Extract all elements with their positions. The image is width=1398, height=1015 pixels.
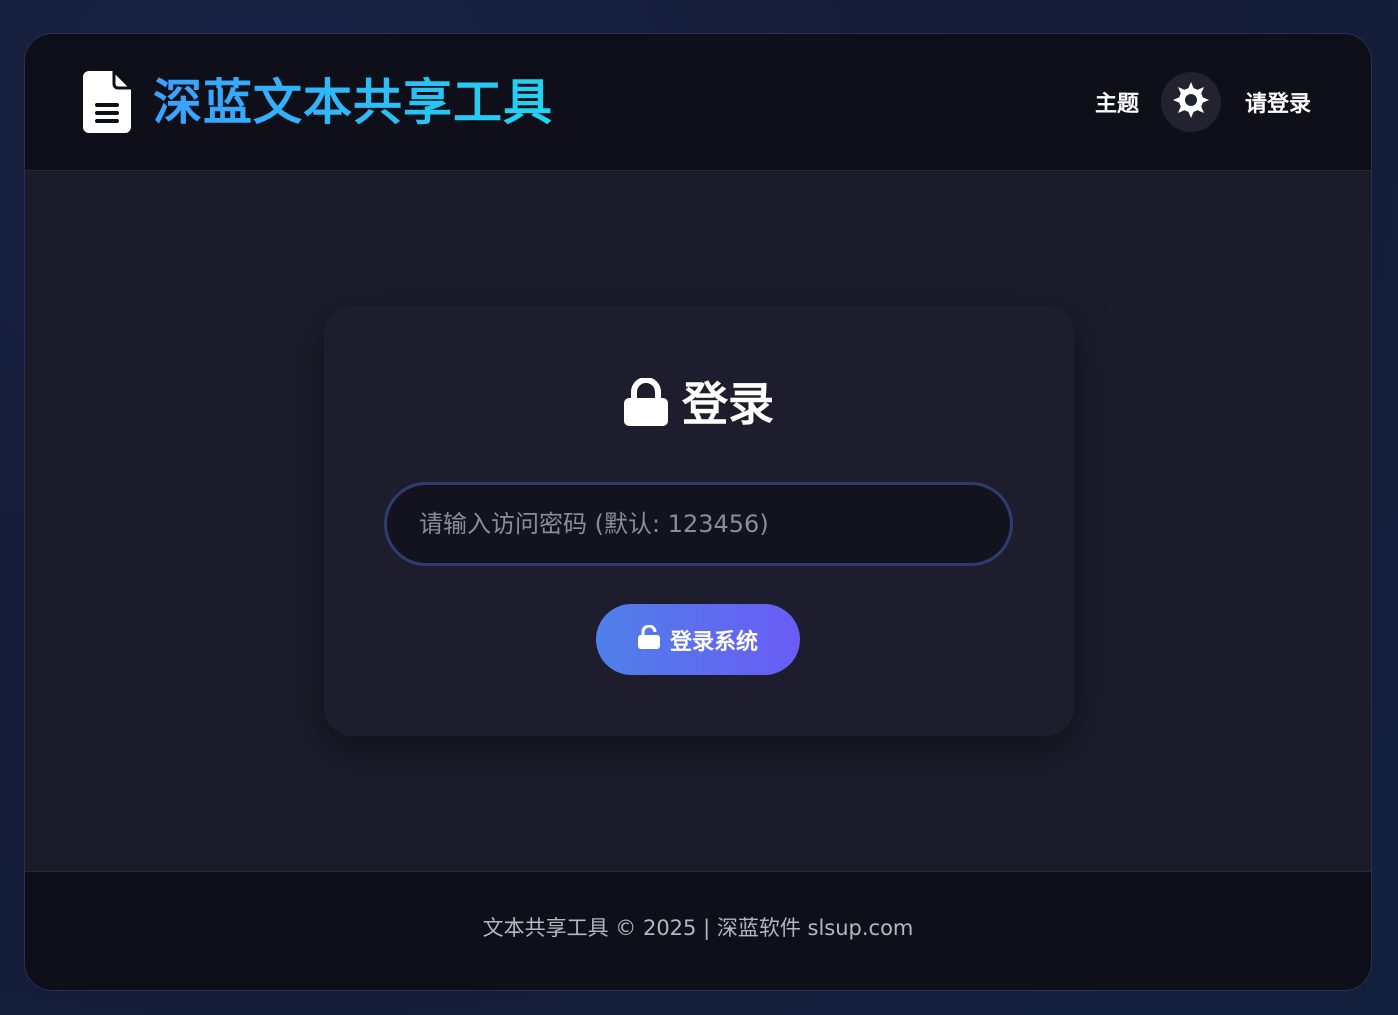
- theme-label: 主题: [1094, 92, 1139, 117]
- login-card: 登录 登录系统: [324, 306, 1074, 736]
- file-text-icon: [83, 67, 135, 133]
- login-title-text: 登录: [682, 377, 774, 431]
- theme-toggle-button[interactable]: [1160, 72, 1221, 132]
- unlock-icon: [637, 624, 660, 655]
- login-title: 登录: [324, 374, 1074, 434]
- login-submit-label: 登录系统: [669, 629, 758, 655]
- lock-icon: [624, 377, 668, 430]
- password-input[interactable]: [384, 482, 1013, 566]
- footer: 文本共享工具 © 2025 | 深蓝软件 slsup.com: [25, 871, 1371, 990]
- app-title: 深蓝文本共享工具: [153, 72, 553, 134]
- login-submit-button[interactable]: 登录系统: [596, 604, 800, 675]
- header-nav: 主题 请登录: [1095, 72, 1311, 132]
- footer-text: 文本共享工具 © 2025 | 深蓝软件 slsup.com: [482, 916, 914, 940]
- gear-icon: [1171, 80, 1211, 124]
- header: 深蓝文本共享工具 主题 请登录: [25, 34, 1371, 171]
- main-content: 登录 登录系统: [25, 171, 1371, 871]
- app-window: 深蓝文本共享工具 主题 请登录 登录 登录系统 文本共享工具 © 2025 | …: [24, 33, 1372, 991]
- login-link[interactable]: 请登录: [1245, 86, 1311, 118]
